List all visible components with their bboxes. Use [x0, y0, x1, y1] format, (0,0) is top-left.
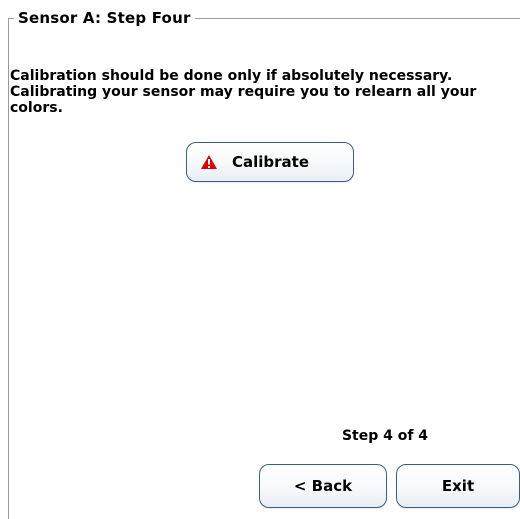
- step-indicator: Step 4 of 4: [341, 428, 429, 444]
- calibrate-button-label: Calibrate: [232, 153, 310, 171]
- exit-button-label: Exit: [441, 477, 475, 495]
- back-button[interactable]: < Back: [259, 464, 387, 508]
- warning-icon: [200, 154, 218, 170]
- calibrate-button[interactable]: Calibrate: [186, 142, 354, 182]
- groupbox-title: Sensor A: Step Four: [14, 6, 195, 30]
- exit-button[interactable]: Exit: [396, 464, 520, 508]
- calibration-description: Calibration should be done only if absol…: [10, 68, 477, 116]
- back-button-label: < Back: [293, 477, 353, 495]
